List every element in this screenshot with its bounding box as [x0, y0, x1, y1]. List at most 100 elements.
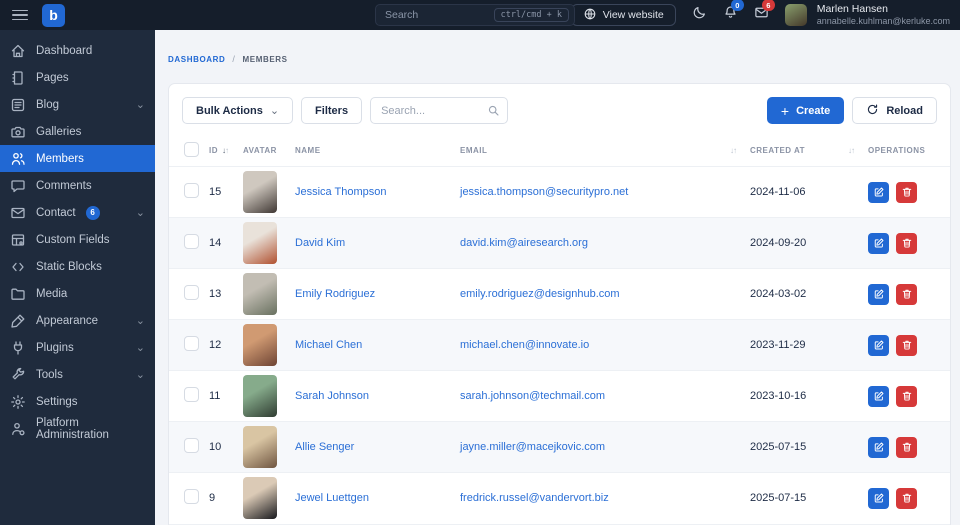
sidebar-item-members[interactable]: Members: [0, 145, 155, 172]
edit-button[interactable]: [868, 232, 889, 254]
pencil-icon: [874, 340, 883, 350]
app-logo[interactable]: b: [42, 3, 65, 27]
sidebar-item-static-blocks[interactable]: Static Blocks: [0, 253, 155, 280]
sidebar-item-label: Static Blocks: [36, 260, 102, 273]
messages-button[interactable]: 6: [754, 0, 775, 25]
code-icon: [10, 259, 26, 275]
delete-button[interactable]: [896, 283, 918, 305]
member-created-at: 2025-07-15: [750, 421, 868, 473]
member-email-link[interactable]: jayne.miller@macejkovic.com: [460, 441, 605, 453]
member-name-link[interactable]: Emily Rodriguez: [295, 288, 375, 300]
member-email-link[interactable]: michael.chen@innovate.io: [460, 339, 589, 351]
sidebar-item-contact[interactable]: Contact 6 ⌄: [0, 199, 155, 226]
member-created-at: 2025-07-15: [750, 472, 868, 524]
sidebar-item-label: Plugins: [36, 341, 74, 354]
plus-icon: +: [780, 102, 790, 119]
breadcrumb-separator: /: [232, 54, 236, 64]
pencil-icon: [874, 187, 883, 197]
chevron-down-icon: ⌄: [135, 341, 145, 354]
row-checkbox[interactable]: [184, 387, 199, 402]
mail-icon: [10, 205, 26, 221]
row-checkbox[interactable]: [184, 234, 199, 249]
delete-button[interactable]: [896, 181, 918, 203]
chevron-down-icon: ⌄: [135, 314, 145, 327]
edit-button[interactable]: [868, 334, 889, 356]
folder-icon: [10, 286, 26, 302]
sidebar-item-plugins[interactable]: Plugins ⌄: [0, 334, 155, 361]
column-header-email[interactable]: EMAIL ↓↑: [460, 137, 750, 167]
row-checkbox[interactable]: [184, 285, 199, 300]
sidebar-item-custom-fields[interactable]: Custom Fields: [0, 226, 155, 253]
filters-button[interactable]: Filters: [301, 97, 363, 124]
member-email-link[interactable]: jessica.thompson@securitypro.net: [460, 186, 628, 198]
create-button[interactable]: + Create: [766, 97, 845, 124]
column-header-name[interactable]: NAME: [295, 137, 460, 167]
column-header-id[interactable]: ID ↓↑: [209, 137, 243, 167]
edit-button[interactable]: [868, 436, 889, 458]
sidebar-item-label: Appearance: [36, 314, 99, 327]
bulk-actions-button[interactable]: Bulk Actions ⌄: [182, 97, 294, 124]
select-all-checkbox[interactable]: [184, 142, 199, 157]
member-email-link[interactable]: fredrick.russel@vandervort.biz: [460, 492, 609, 504]
sidebar-item-label: Contact: [36, 206, 76, 219]
edit-button[interactable]: [868, 385, 889, 407]
notifications-button[interactable]: 0: [723, 0, 744, 25]
sidebar-item-settings[interactable]: Settings: [0, 388, 155, 415]
delete-button[interactable]: [896, 436, 918, 458]
row-checkbox[interactable]: [184, 438, 199, 453]
edit-button[interactable]: [868, 283, 889, 305]
reload-button[interactable]: Reload: [852, 97, 937, 124]
sidebar-item-pages[interactable]: Pages: [0, 64, 155, 91]
contact-count-badge: 6: [85, 205, 100, 220]
topbar-search-input[interactable]: Search ctrl/cmd + k: [375, 4, 575, 26]
pages-icon: [10, 70, 26, 86]
delete-button[interactable]: [896, 334, 918, 356]
member-email-link[interactable]: emily.rodriguez@designhub.com: [460, 288, 620, 300]
sidebar-item-platform-administration[interactable]: Platform Administration: [0, 415, 155, 442]
view-website-label: View website: [602, 9, 664, 21]
member-id: 11: [209, 370, 243, 422]
trash-icon: [902, 391, 911, 401]
sidebar-item-label: Comments: [36, 179, 92, 192]
member-name-link[interactable]: Jewel Luettgen: [295, 492, 369, 504]
view-website-button[interactable]: View website: [570, 4, 676, 26]
sidebar-item-blog[interactable]: Blog ⌄: [0, 91, 155, 118]
sort-icon: ↓↑: [222, 146, 229, 155]
user-avatar[interactable]: [784, 4, 807, 26]
row-checkbox[interactable]: [184, 183, 199, 198]
edit-button[interactable]: [868, 181, 889, 203]
member-email-link[interactable]: sarah.johnson@techmail.com: [460, 390, 605, 402]
sidebar-item-media[interactable]: Media: [0, 280, 155, 307]
member-name-link[interactable]: Michael Chen: [295, 339, 362, 351]
sidebar-item-tools[interactable]: Tools ⌄: [0, 361, 155, 388]
sidebar: Dashboard Pages Blog ⌄ Galleries Members…: [0, 30, 155, 525]
chevron-down-icon: ⌄: [135, 368, 145, 381]
keyboard-shortcut-hint: ctrl/cmd + k: [493, 8, 569, 22]
row-checkbox[interactable]: [184, 489, 199, 505]
breadcrumb-dashboard-link[interactable]: DASHBOARD: [168, 55, 225, 64]
member-name-link[interactable]: Allie Senger: [295, 441, 354, 453]
sidebar-item-appearance[interactable]: Appearance ⌄: [0, 307, 155, 334]
member-name-link[interactable]: David Kim: [295, 237, 345, 249]
delete-button[interactable]: [896, 385, 918, 407]
sidebar-item-label: Pages: [36, 71, 69, 84]
chevron-down-icon: ⌄: [135, 98, 145, 111]
chevron-down-icon: ⌄: [269, 104, 280, 117]
sidebar-item-dashboard[interactable]: Dashboard: [0, 37, 155, 64]
dark-mode-toggle[interactable]: [692, 5, 707, 25]
column-header-created-at[interactable]: CREATED AT ↓↑: [750, 137, 868, 167]
member-name-link[interactable]: Jessica Thompson: [295, 186, 387, 198]
delete-button[interactable]: [896, 232, 918, 254]
sidebar-item-comments[interactable]: Comments: [0, 172, 155, 199]
user-menu[interactable]: Marlen Hansen annabelle.kuhlman@kerluke.…: [817, 3, 950, 27]
message-badge: 6: [761, 0, 775, 11]
member-email-link[interactable]: david.kim@airesearch.org: [460, 237, 588, 249]
delete-button[interactable]: [896, 487, 918, 509]
row-checkbox[interactable]: [184, 336, 199, 351]
sidebar-item-galleries[interactable]: Galleries: [0, 118, 155, 145]
edit-button[interactable]: [868, 487, 889, 509]
table-row: 11 Sarah Johnson sarah.johnson@techmail.…: [169, 370, 950, 422]
menu-icon[interactable]: [12, 9, 28, 21]
plug-icon: [10, 340, 26, 356]
member-name-link[interactable]: Sarah Johnson: [295, 390, 369, 402]
